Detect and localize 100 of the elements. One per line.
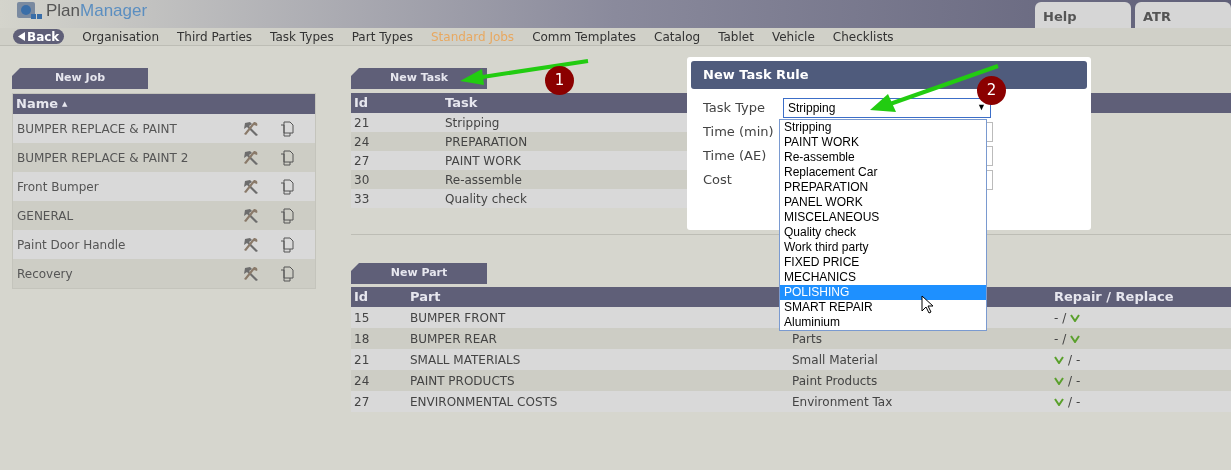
table-cell: Paint Products [792,373,878,388]
field-label: Time (min) [703,123,775,142]
new-button[interactable]: New Job [12,68,148,89]
table-cell-text: Recovery [17,265,74,283]
check-icon [1054,355,1064,364]
table-cell: Parts [792,331,822,346]
nav-link[interactable]: Vehicle [771,27,815,46]
column-header[interactable]: Name [16,94,58,114]
check-icon [1070,313,1081,322]
logo-icon [16,0,42,22]
dropdown-option[interactable]: PANEL WORK [780,195,986,210]
table-cell-text: GENERAL [17,207,75,225]
column-header: Repair / Replace [1054,288,1174,307]
separator-text: / [1062,309,1067,327]
dropdown-option[interactable]: Quality check [780,225,986,240]
table-cell-text: BUMPER REAR [410,330,498,348]
tools-icon[interactable] [242,207,260,224]
nav-link[interactable]: Part Types [351,27,413,46]
separator-text: / [1062,330,1067,348]
tools-icon[interactable] [242,178,260,195]
separator-text: / [1068,372,1073,390]
column-header: Id [354,94,370,113]
back-arrow-icon [18,32,25,41]
table-cell-text: Quality check [445,190,527,208]
dropdown-option[interactable]: Stripping [780,120,986,135]
dash-text: - [1054,309,1059,327]
table-cell-text: SMALL MATERIALS [410,351,522,369]
copy-icon[interactable] [280,178,294,195]
dropdown-option[interactable]: Work third party [780,240,986,255]
table-cell-text: Front Bumper [17,178,100,196]
nav-link[interactable]: Catalog [654,27,701,46]
header-tab[interactable]: Help [1035,2,1131,28]
separator-text: / [1068,351,1073,369]
column-header: Part [410,289,441,305]
new-button[interactable]: New Part [351,263,487,284]
dash-text: - [1076,351,1081,369]
column-header: Task [445,94,478,113]
field-label: Time (AE) [703,147,768,166]
table-cell-text: Paint Door Handle [17,236,127,254]
check-icon [1054,376,1064,385]
dropdown-option[interactable]: Aluminium [780,315,986,330]
step-badge: 1 [545,66,574,95]
dropdown-option[interactable]: PREPARATION [780,180,986,195]
table-cell-text: 24 [354,372,371,390]
nav-link[interactable]: Third Parties [177,27,253,46]
nav-link[interactable]: Tablet [718,27,754,46]
nav-link[interactable]: Checklists [832,27,894,46]
table-cell-text: 21 [354,114,371,132]
table-cell: Small Material [792,352,878,367]
table-cell-text: 27 [354,393,371,411]
field-label: Task Type [703,99,767,118]
logo-text: PlanManager [46,0,148,23]
copy-icon[interactable] [280,120,294,137]
dropdown-option[interactable]: SMART REPAIR [780,300,986,315]
dash-text: - [1076,393,1081,411]
dash-text: - [1054,330,1059,348]
tools-icon[interactable] [242,120,260,137]
table-cell-text: Stripping [445,114,500,132]
table-cell: Environment Tax [792,394,893,409]
field-label: Cost [703,171,733,190]
separator-text: / [1068,393,1073,411]
back-button[interactable]: Back [13,29,65,44]
new-button[interactable]: New Task [351,68,487,89]
table-cell-text: PAINT WORK [445,152,521,170]
nav-link[interactable]: Task Types [270,27,334,46]
check-icon [1070,334,1081,343]
table-cell-text: BUMPER REPLACE & PAINT 2 [17,149,190,167]
check-icon [1054,397,1064,406]
table-cell-text: 15 [354,309,371,327]
dropdown-option[interactable]: MISCELANEOUS [780,210,986,225]
copy-icon[interactable] [280,265,294,282]
tools-icon[interactable] [242,236,260,253]
column-header: Id [354,288,370,307]
dropdown-option[interactable]: FIXED PRICE [780,255,986,270]
task-type-select[interactable]: Stripping ▼ [783,98,991,118]
dropdown-option[interactable]: Replacement Car [780,165,986,180]
copy-icon[interactable] [280,236,294,253]
nav-link[interactable]: Comm Templates [532,27,637,46]
table-cell-text: 24 [354,133,371,151]
copy-icon[interactable] [280,207,294,224]
table-cell-text: ENVIRONMENTAL COSTS [410,393,559,411]
table-cell-text: BUMPER REPLACE & PAINT [17,120,178,138]
dropdown-option[interactable]: Re-assemble [780,150,986,165]
tools-icon[interactable] [242,149,260,166]
table-cell-text: 18 [354,330,371,348]
dash-text: - [1076,372,1081,390]
tools-icon[interactable] [242,265,260,282]
table-cell-text: 30 [354,171,371,189]
table-cell-text: 33 [354,190,371,208]
table-cell-text: PREPARATION [445,133,528,151]
arrow-icon [458,58,590,86]
copy-icon[interactable] [280,149,294,166]
table-cell-text: Re-assemble [445,171,522,189]
dropdown-option[interactable]: MECHANICS [780,270,986,285]
nav-link[interactable]: Organisation [82,27,159,46]
dropdown-option[interactable]: PAINT WORK [780,135,986,150]
header-tab[interactable]: ATR [1135,2,1231,28]
arrow-icon [868,64,1000,114]
table-cell-text: 27 [354,152,371,170]
table-cell-text: 21 [354,351,371,369]
